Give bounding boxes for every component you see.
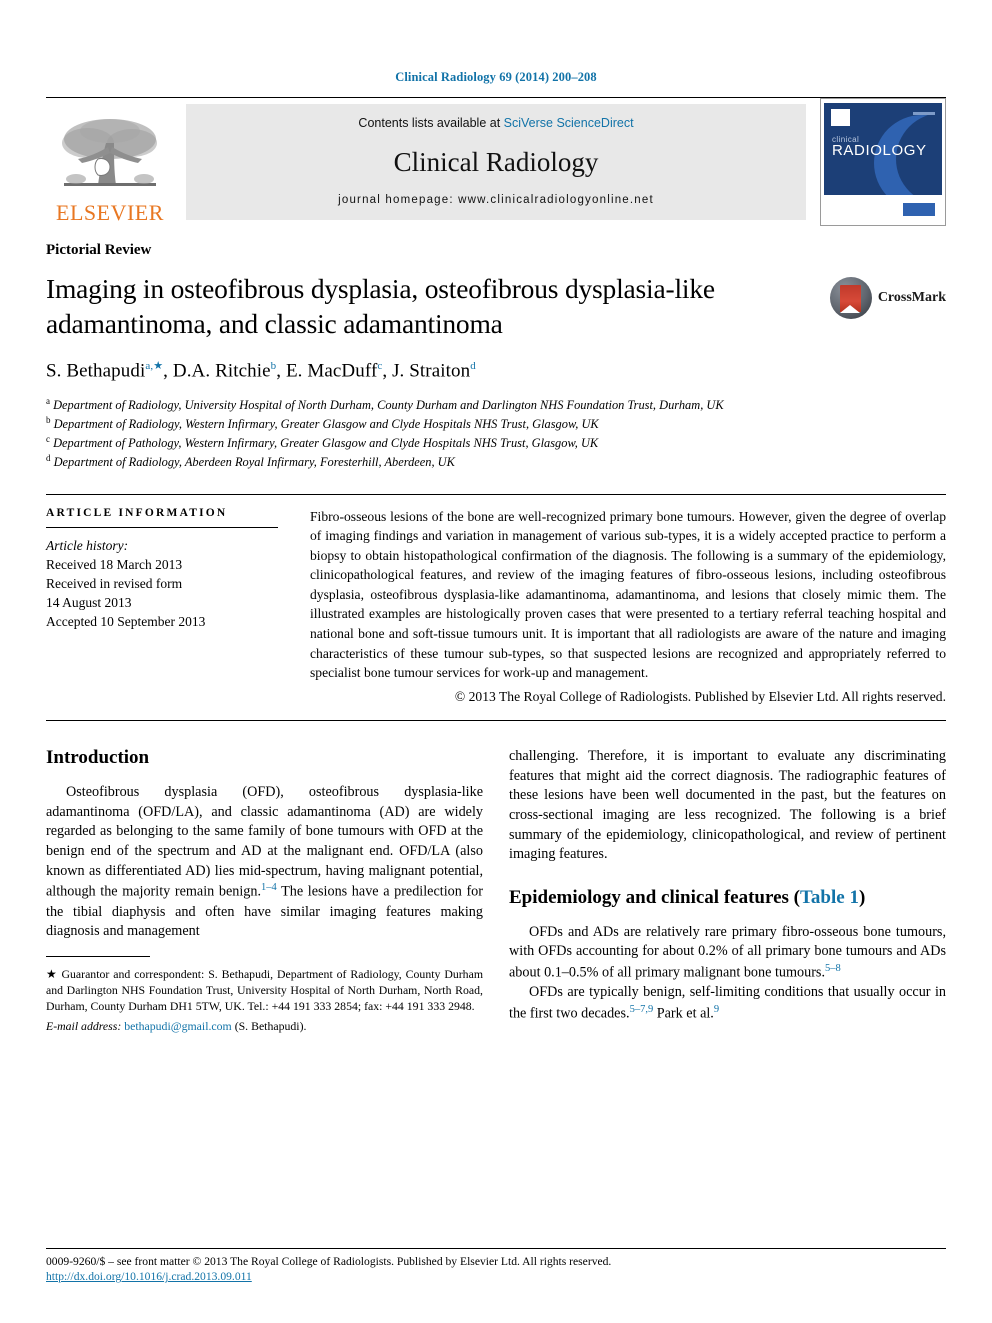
abstract-copyright: © 2013 The Royal College of Radiologists… — [454, 688, 946, 704]
journal-masthead: ELSEVIER Contents lists available at Sci… — [46, 97, 946, 226]
epi-p2-text: OFDs are typically benign, self-limiting… — [509, 984, 946, 1022]
sciencedirect-link[interactable]: SciVerse ScienceDirect — [504, 116, 634, 130]
cover-bottom-logo-icon — [903, 203, 935, 216]
crossmark-book-icon — [840, 284, 862, 313]
author-name-0[interactable]: S. Bethapudi — [46, 361, 145, 382]
masthead-center-panel: Contents lists available at SciVerse Sci… — [186, 104, 806, 220]
article-history-line: Accepted 10 September 2013 — [46, 614, 206, 630]
body-column-left: Introduction Osteofibrous dysplasia (OFD… — [46, 747, 483, 1034]
page-footer: 0009-9260/$ – see front matter © 2013 Th… — [46, 1247, 946, 1285]
author-marks-2: c — [377, 360, 383, 373]
contents-prefix: Contents lists available at — [358, 116, 504, 130]
body-column-right: challenging. Therefore, it is important … — [509, 747, 946, 1034]
epi-p2-text-2: Park et al. — [653, 1005, 714, 1022]
crossmark-label: CrossMark — [877, 290, 946, 305]
reference-link[interactable]: 5–7,9 — [630, 1004, 654, 1015]
epi-p1-text: OFDs and ADs are relatively rare primary… — [509, 923, 946, 981]
footer-doi-link[interactable]: http://dx.doi.org/10.1016/j.crad.2013.09… — [46, 1269, 946, 1285]
affiliation-text-2: Department of Pathology, Western Infirma… — [53, 436, 599, 451]
author-list: S. Bethapudia,★, D.A. Ritchieb, E. MacDu… — [46, 360, 476, 382]
affiliation-item: d Department of Radiology, Aberdeen Roya… — [46, 452, 836, 471]
body-columns: Introduction Osteofibrous dysplasia (OFD… — [46, 747, 946, 1034]
article-history-line: 14 August 2013 — [46, 595, 132, 611]
elsevier-wordmark: ELSEVIER — [56, 200, 164, 225]
correspondence-text: ★ Guarantor and correspondent: S. Bethap… — [46, 966, 483, 1013]
affiliation-text-1: Department of Radiology, Western Infirma… — [53, 417, 599, 432]
title-row: Imaging in osteofibrous dysplasia, osteo… — [46, 259, 946, 341]
article-information-rule — [46, 526, 278, 528]
intro-paragraph: Osteofibrous dysplasia (OFD), osteofibro… — [46, 783, 483, 941]
affiliation-mark-0: a — [46, 395, 50, 406]
cover-elsevier-mark-icon — [831, 109, 850, 126]
email-suffix: (S. Bethapudi). — [234, 1018, 307, 1033]
epidemiology-heading-text: Epidemiology and clinical features — [509, 886, 789, 908]
crossmark-badge[interactable]: CrossMark — [829, 277, 946, 319]
contents-available-line: Contents lists available at SciVerse Sci… — [358, 116, 633, 130]
author-name-1[interactable]: D.A. Ritchie — [173, 361, 271, 382]
article-history-line: Received in revised form — [46, 575, 183, 591]
reference-link[interactable]: 9 — [714, 1004, 719, 1015]
epidemiology-paragraph-2: OFDs are typically benign, self-limiting… — [509, 983, 946, 1024]
affiliation-text-3: Department of Radiology, Aberdeen Royal … — [53, 455, 455, 470]
abstract-text: Fibro-osseous lesions of the bone are we… — [310, 508, 946, 681]
cover-big-title: RADIOLOGY — [832, 142, 927, 159]
affiliation-list: a Department of Radiology, University Ho… — [46, 395, 836, 472]
affiliation-text-0: Department of Radiology, University Hosp… — [53, 397, 724, 412]
reference-link[interactable]: 5–8 — [825, 963, 841, 974]
article-information-heading: ARTICLE INFORMATION — [46, 506, 228, 519]
email-footnote: E-mail address: bethapudi@gmail.com (S. … — [46, 1018, 483, 1034]
correspondence-footnote: ★ Guarantor and correspondent: S. Bethap… — [46, 955, 483, 1034]
abstract-block: ARTICLE INFORMATION Article history: Rec… — [46, 493, 946, 722]
article-history-line: Received 18 March 2013 — [46, 556, 183, 572]
journal-cover-thumbnail[interactable]: clinical RADIOLOGY — [820, 98, 946, 226]
journal-cover-art: clinical RADIOLOGY — [824, 103, 942, 221]
footer-rule — [46, 1247, 946, 1249]
elsevier-logo: ELSEVIER — [46, 98, 174, 226]
affiliation-item: b Department of Radiology, Western Infir… — [46, 414, 836, 433]
affiliation-mark-3: d — [46, 453, 51, 464]
author-name-3[interactable]: J. Straiton — [392, 361, 470, 382]
article-history-label: Article history: — [46, 537, 129, 553]
crossmark-icon — [829, 277, 872, 319]
epidemiology-paragraph-1: OFDs and ADs are relatively rare primary… — [509, 923, 946, 984]
affiliation-item: c Department of Pathology, Western Infir… — [46, 433, 836, 452]
affiliation-mark-1: b — [46, 414, 51, 425]
running-head: Clinical Radiology 69 (2014) 200–208 — [395, 70, 597, 84]
affiliation-item: a Department of Radiology, University Ho… — [46, 395, 836, 414]
affiliation-mark-2: c — [46, 434, 50, 445]
author-name-2[interactable]: E. MacDuff — [286, 361, 377, 382]
reference-link[interactable]: 1–4 — [261, 882, 277, 893]
table-1-link[interactable]: Table 1 — [800, 887, 859, 908]
cover-topright-mark — [913, 112, 935, 115]
email-link[interactable]: bethapudi@gmail.com — [124, 1019, 232, 1033]
author-marks-3: d — [470, 360, 476, 373]
author-marks-0: a,★ — [145, 360, 164, 373]
author-marks-1: b — [270, 360, 277, 373]
article-type-label: Pictorial Review — [46, 242, 152, 258]
page-title: Imaging in osteofibrous dysplasia, osteo… — [46, 273, 715, 340]
footer-copyright-line: 0009-9260/$ – see front matter © 2013 Th… — [46, 1254, 612, 1268]
section-heading-introduction: Introduction — [46, 747, 150, 769]
section-heading-epidemiology: Epidemiology and clinical features (Tabl… — [509, 886, 866, 908]
email-label: E-mail address: — [46, 1018, 122, 1033]
journal-title: Clinical Radiology — [393, 146, 599, 177]
journal-homepage-line[interactable]: journal homepage: www.clinicalradiologyo… — [338, 194, 654, 206]
article-information-column: ARTICLE INFORMATION Article history: Rec… — [46, 507, 278, 707]
elsevier-tree-icon — [62, 119, 157, 186]
abstract-column: Fibro-osseous lesions of the bone are we… — [310, 507, 946, 707]
article-page: Clinical Radiology 69 (2014) 200–208 ELS… — [0, 0, 992, 1323]
intro-continuation-paragraph: challenging. Therefore, it is important … — [509, 748, 946, 863]
